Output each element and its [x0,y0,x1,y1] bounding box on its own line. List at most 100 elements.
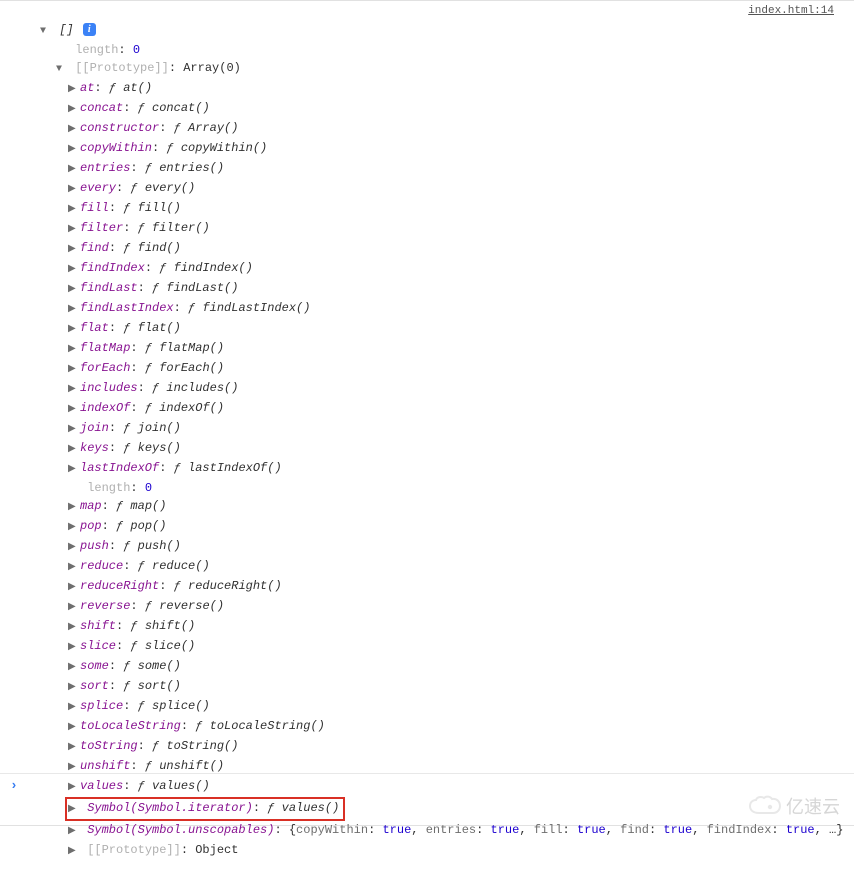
function-name: filter() [152,221,210,235]
method-row[interactable]: forEach: ƒ forEach() [40,359,844,379]
expand-icon[interactable] [68,461,78,479]
method-row[interactable]: join: ƒ join() [40,419,844,439]
method-row[interactable]: push: ƒ push() [40,537,844,557]
method-row[interactable]: shift: ƒ shift() [40,617,844,637]
console-prompt[interactable]: › [0,773,854,797]
method-row[interactable]: map: ƒ map() [40,497,844,517]
function-marker: ƒ [123,679,137,693]
method-row[interactable]: indexOf: ƒ indexOf() [40,399,844,419]
expand-icon[interactable] [68,619,78,637]
expand-icon[interactable] [68,341,78,359]
expand-icon[interactable] [68,141,78,159]
expand-icon[interactable] [68,181,78,199]
function-name: push() [138,539,181,553]
function-marker: ƒ [123,201,137,215]
expand-icon[interactable] [68,639,78,657]
function-name: map() [130,499,166,513]
method-row[interactable]: find: ƒ find() [40,239,844,259]
expand-icon[interactable] [68,421,78,439]
expand-icon[interactable] [68,101,78,119]
method-row[interactable]: toString: ƒ toString() [40,737,844,757]
expand-icon[interactable] [68,519,78,537]
symbol-iterator-row[interactable]: Symbol(Symbol.iterator): ƒ values() [40,797,844,821]
method-row[interactable]: pop: ƒ pop() [40,517,844,537]
method-row[interactable]: findLastIndex: ƒ findLastIndex() [40,299,844,319]
method-row[interactable]: flatMap: ƒ flatMap() [40,339,844,359]
expand-icon[interactable] [68,679,78,697]
expand-icon[interactable] [68,401,78,419]
watermark: 亿速云 [748,793,840,819]
method-row[interactable]: reduce: ƒ reduce() [40,557,844,577]
expand-icon[interactable] [68,301,78,319]
expand-icon[interactable] [68,499,78,517]
expand-icon[interactable] [68,659,78,677]
method-row[interactable]: toLocaleString: ƒ toLocaleString() [40,717,844,737]
method-row[interactable]: slice: ƒ slice() [40,637,844,657]
method-row[interactable]: findIndex: ƒ findIndex() [40,259,844,279]
expand-icon[interactable] [68,261,78,279]
expand-icon[interactable] [68,539,78,557]
expand-icon[interactable] [68,161,78,179]
method-row[interactable]: reverse: ƒ reverse() [40,597,844,617]
method-row[interactable]: flat: ƒ flat() [40,319,844,339]
inner-prototype-row[interactable]: [[Prototype]]: Object [40,841,844,861]
method-row[interactable]: findLast: ƒ findLast() [40,279,844,299]
function-marker: ƒ [267,801,281,815]
expand-icon[interactable] [68,281,78,299]
source-link[interactable]: index.html:14 [748,5,834,17]
property-key: splice [80,699,123,713]
expand-icon[interactable] [68,599,78,617]
method-row[interactable]: entries: ƒ entries() [40,159,844,179]
symbol-unscopables-row[interactable]: Symbol(Symbol.unscopables): {copyWithin:… [40,821,844,841]
method-row[interactable]: filter: ƒ filter() [40,219,844,239]
expand-icon[interactable] [68,719,78,737]
expand-icon[interactable] [68,843,78,861]
property-key: slice [80,639,116,653]
expand-icon[interactable] [68,441,78,459]
info-icon[interactable]: i [83,23,96,36]
expand-icon[interactable] [68,241,78,259]
expand-icon[interactable] [68,381,78,399]
expand-icon[interactable] [68,801,78,819]
expand-icon[interactable] [68,559,78,577]
expand-icon[interactable] [68,739,78,757]
expand-icon[interactable] [68,221,78,239]
function-name: indexOf() [159,401,224,415]
method-row[interactable]: lastIndexOf: ƒ lastIndexOf() [40,459,844,479]
function-marker: ƒ [130,639,144,653]
function-marker: ƒ [174,579,188,593]
method-row[interactable]: every: ƒ every() [40,179,844,199]
method-row[interactable]: sort: ƒ sort() [40,677,844,697]
root-row[interactable]: [] i [40,21,844,41]
method-row[interactable]: fill: ƒ fill() [40,199,844,219]
function-name: reverse() [159,599,224,613]
method-row[interactable]: splice: ƒ splice() [40,697,844,717]
function-name: unshift() [159,759,224,773]
function-name: Array() [188,121,238,135]
method-row[interactable]: concat: ƒ concat() [40,99,844,119]
function-name: concat() [152,101,210,115]
expand-icon[interactable] [68,121,78,139]
property-key: Symbol(Symbol.unscopables) [87,823,274,837]
property-key: length [75,43,118,57]
expand-icon[interactable] [68,579,78,597]
expand-icon[interactable] [68,321,78,339]
expand-icon[interactable] [68,699,78,717]
expand-icon[interactable] [56,61,66,79]
method-row[interactable]: keys: ƒ keys() [40,439,844,459]
function-marker: ƒ [145,759,159,773]
property-key: some [80,659,109,673]
prototype-row[interactable]: [[Prototype]]: Array(0) [40,59,844,79]
method-row[interactable]: reduceRight: ƒ reduceRight() [40,577,844,597]
expand-icon[interactable] [68,201,78,219]
method-row[interactable]: includes: ƒ includes() [40,379,844,399]
expand-icon[interactable] [68,81,78,99]
method-row[interactable]: some: ƒ some() [40,657,844,677]
expand-icon[interactable] [40,23,50,41]
method-row[interactable]: copyWithin: ƒ copyWithin() [40,139,844,159]
expand-icon[interactable] [68,361,78,379]
function-name: lastIndexOf() [188,461,282,475]
method-row[interactable]: at: ƒ at() [40,79,844,99]
property-key: [[Prototype]] [87,843,181,857]
method-row[interactable]: constructor: ƒ Array() [40,119,844,139]
